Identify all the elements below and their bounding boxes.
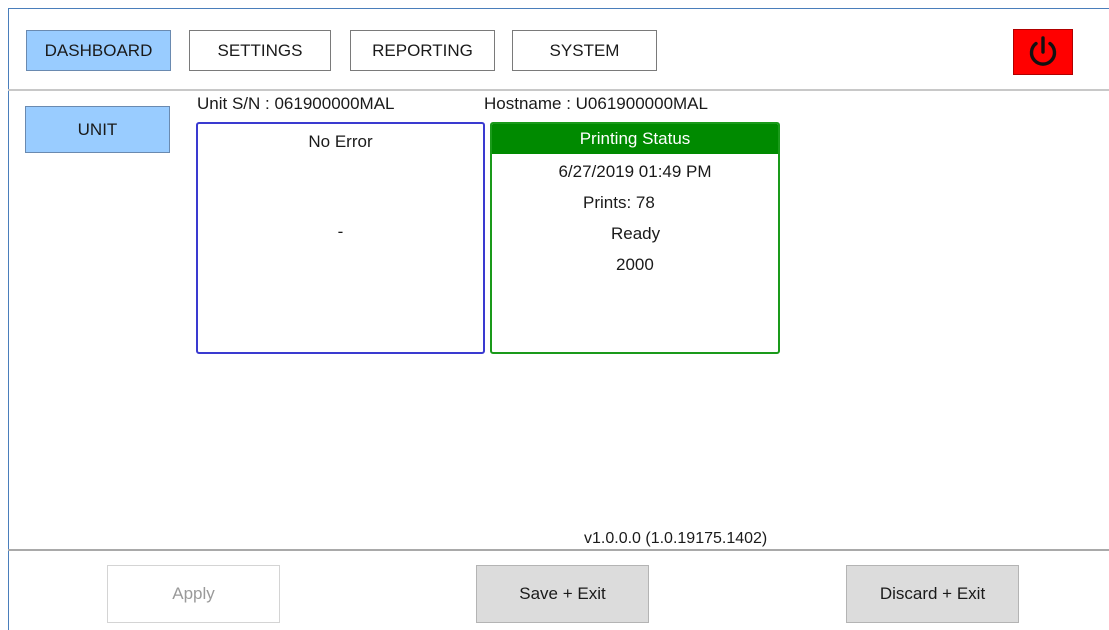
error-panel-title: No Error — [308, 132, 373, 151]
sidebar-item-unit[interactable]: UNIT — [25, 106, 170, 153]
discard-exit-button[interactable]: Discard + Exit — [846, 565, 1019, 623]
printing-status-panel: Printing Status 6/27/2019 01:49 PM Print… — [490, 122, 780, 354]
power-button[interactable] — [1013, 29, 1073, 75]
header-divider — [8, 89, 1109, 91]
power-icon — [1029, 36, 1057, 66]
version-label: v1.0.0.0 (1.0.19175.1402) — [584, 530, 768, 547]
save-exit-button[interactable]: Save + Exit — [476, 565, 649, 623]
tab-system[interactable]: SYSTEM — [512, 30, 657, 71]
tab-dashboard[interactable]: DASHBOARD — [26, 30, 171, 71]
tab-reporting[interactable]: REPORTING — [350, 30, 495, 71]
status-value: 2000 — [616, 255, 654, 274]
footer-divider — [8, 549, 1109, 551]
hostname-label: Hostname : U061900000MAL — [484, 94, 708, 113]
apply-button[interactable]: Apply — [107, 565, 280, 623]
error-panel: No Error - — [196, 122, 485, 354]
status-state: Ready — [611, 224, 661, 243]
status-datetime: 6/27/2019 01:49 PM — [558, 162, 712, 181]
unit-serial-label: Unit S/N : 061900000MAL — [197, 94, 395, 113]
error-panel-detail: - — [337, 222, 344, 241]
printing-status-title: Printing Status — [492, 124, 778, 154]
tab-settings[interactable]: SETTINGS — [189, 30, 331, 71]
status-prints-count: Prints: 78 — [583, 193, 655, 212]
